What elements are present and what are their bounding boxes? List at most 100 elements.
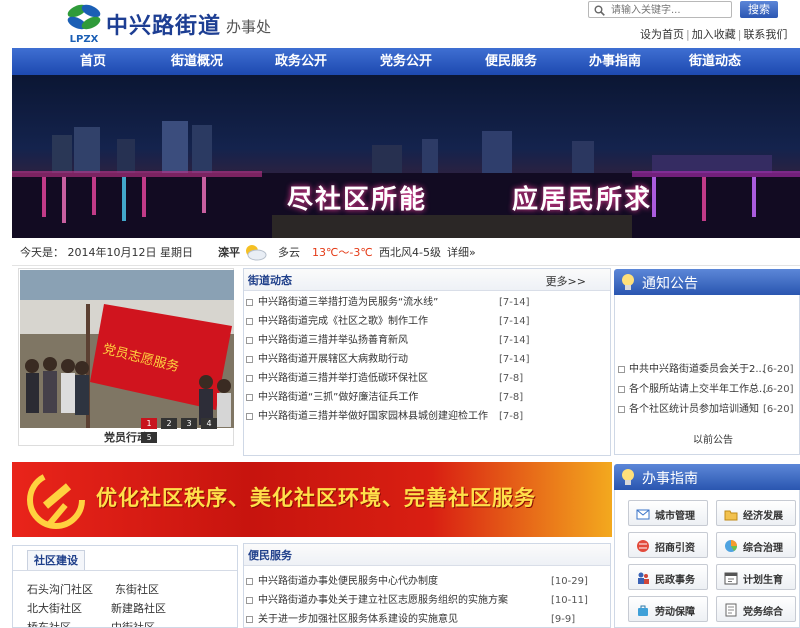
nav-guide[interactable]: 办事指南 (589, 48, 641, 75)
notice-title: 通知公告 (642, 276, 698, 292)
news-title[interactable]: 中兴路街道开展辖区大病救助行动 (258, 350, 408, 369)
news-title[interactable]: 中兴路街道三措并举打造低碳环保社区 (258, 369, 428, 388)
community-link-beidajie[interactable]: 北大街社区 (27, 600, 82, 616)
guide-comprehensive-governance[interactable]: 综合治理 (716, 532, 796, 558)
community-panel: 社区建设 石头沟门社区 东街社区 北大街社区 新建路社区 桥东社区 中街社区 (12, 545, 238, 628)
news-title[interactable]: 中兴路街道完成《社区之歌》制作工作 (258, 312, 428, 331)
guide-investment[interactable]: 招商引资 (628, 532, 708, 558)
news-item[interactable]: 中兴路街道三措并举打造低碳环保社区 [7-8] (244, 369, 610, 388)
community-link-zhongjie[interactable]: 中街社区 (111, 619, 155, 627)
community-link-qiaodong[interactable]: 桥东社区 (27, 619, 71, 627)
search-icon (594, 5, 605, 16)
panel-header: 便民服务 (244, 544, 610, 566)
photo-caption[interactable]: 党员行动 (19, 429, 233, 445)
search-box (588, 1, 732, 18)
nav-news[interactable]: 街道动态 (689, 48, 741, 75)
pager-3[interactable]: 3 (181, 418, 197, 429)
contact-us-link[interactable]: 联系我们 (743, 28, 787, 41)
notice-panel: 中共中兴路街道委员会关于2... [6-20] 各个服所站请上交半年工作总...[… (614, 295, 800, 455)
set-homepage-link[interactable]: 设为首页 (640, 28, 684, 41)
community-link-xinjianlu[interactable]: 新建路社区 (111, 600, 166, 616)
news-item[interactable]: 中兴路街道“三抓”做好廉洁征兵工作 [7-8] (244, 388, 610, 407)
guide-economic-development[interactable]: 经济发展 (716, 500, 796, 526)
news-date: [7-8] (499, 392, 524, 403)
nav-government-affairs[interactable]: 政务公开 (275, 48, 327, 75)
nav-overview[interactable]: 街道概况 (171, 48, 223, 75)
photo-pager: 1 2 3 45 (141, 415, 233, 443)
community-link-dongjie[interactable]: 东街社区 (115, 581, 159, 597)
top-links: 设为首页 | 加入收藏 | 联系我们 (640, 28, 788, 41)
notice-item-title[interactable]: 中共中兴路街道委员会关于2... (629, 361, 765, 379)
guide-party-affairs[interactable]: 党务综合 (716, 596, 796, 622)
weather-detail-link[interactable]: 详细» (447, 240, 476, 266)
search-button[interactable]: 搜索 (740, 1, 778, 18)
news-item[interactable]: 中兴路街道完成《社区之歌》制作工作 [7-14] (244, 312, 610, 331)
weather-bar: 今天是： 2014年10月12日 星期日 滦平 多云 13℃～-3℃ 西北风4-… (12, 240, 800, 266)
weather-city: 滦平 (218, 246, 240, 259)
community-tab[interactable]: 社区建设 (27, 550, 85, 570)
service-item[interactable]: 中兴路街道办事处便民服务中心代办制度 [10-29] (244, 572, 610, 591)
service-item-title[interactable]: 关于进一步加强社区服务体系建设的实施意见 (258, 610, 458, 628)
party-action-photo[interactable]: 党员志愿服务 (20, 270, 234, 428)
calendar-icon (724, 572, 738, 585)
guide-title: 办事指南 (642, 471, 698, 487)
weather-condition: 多云 (278, 246, 300, 259)
service-item-title[interactable]: 中兴路街道办事处关于建立社区志愿服务组织的实施方案 (258, 591, 508, 610)
news-title[interactable]: 中兴路街道三措并举弘扬善育新风 (258, 331, 408, 350)
news-date: [7-14] (499, 354, 530, 365)
news-title[interactable]: 中兴路街道三举措打造为民服务“流水线” (258, 293, 438, 312)
notice-item-title[interactable]: 各个服所站请上交半年工作总... (629, 381, 769, 399)
banner-slogan-left: 尽社区所能 (287, 185, 428, 215)
notice-header: 通知公告 (614, 269, 800, 295)
news-date: [7-14] (499, 316, 530, 327)
notice-date: [6-20] (763, 404, 794, 415)
news-title[interactable]: 中兴路街道“三抓”做好廉洁征兵工作 (258, 388, 418, 407)
notice-item[interactable]: 各个社区统计员参加培训通知 [6-20] (615, 401, 799, 419)
pager-4[interactable]: 4 (201, 418, 217, 429)
news-date: [7-8] (499, 373, 524, 384)
service-title: 便民服务 (248, 549, 292, 562)
guide-family-planning[interactable]: 计划生育 (716, 564, 796, 590)
news-item[interactable]: 中兴路街道开展辖区大病救助行动 [7-14] (244, 350, 610, 369)
hero-banner: 尽社区所能 应居民所求 (12, 75, 800, 238)
site-title[interactable]: 中兴路街道 (106, 8, 221, 40)
service-date: [10-29] (551, 576, 588, 587)
news-date: [7-14] (499, 297, 530, 308)
notice-item[interactable]: 中共中兴路街道委员会关于2... [6-20] (615, 361, 799, 379)
guide-urban-management[interactable]: 城市管理 (628, 500, 708, 526)
pie-icon (725, 540, 737, 552)
add-favorite-link[interactable]: 加入收藏 (692, 28, 736, 41)
logo-mark-icon[interactable]: LPZX (64, 2, 104, 45)
lightbulb-icon (622, 469, 634, 485)
news-title[interactable]: 中兴路街道三措并举做好国家园林县城创建迎检工作 (258, 407, 488, 426)
nav-home[interactable]: 首页 (80, 48, 106, 75)
nav-party-affairs[interactable]: 党务公开 (380, 48, 432, 75)
more-link[interactable]: 更多>> (546, 273, 586, 289)
previous-notices-link[interactable]: 以前公告 (693, 431, 733, 446)
news-item[interactable]: 中兴路街道三措并举做好国家园林县城创建迎检工作 [7-8] (244, 407, 610, 426)
pager-2[interactable]: 2 (161, 418, 177, 429)
street-news-title: 街道动态 (248, 274, 292, 287)
guide-labor-security[interactable]: 劳动保障 (628, 596, 708, 622)
community-link-shitougoumen[interactable]: 石头沟门社区 (27, 581, 93, 597)
search-input[interactable] (611, 3, 729, 17)
date-text: 今天是： 2014年10月12日 星期日 (20, 246, 193, 259)
mail-icon (636, 509, 650, 520)
guide-civil-affairs[interactable]: 民政事务 (628, 564, 708, 590)
notice-item-title[interactable]: 各个社区统计员参加培训通知 (629, 401, 759, 419)
service-item[interactable]: 关于进一步加强社区服务体系建设的实施意见 [9-9] (244, 610, 610, 628)
service-item[interactable]: 中兴路街道办事处关于建立社区志愿服务组织的实施方案 [10-11] (244, 591, 610, 610)
slogan-banner: 优化社区秩序、美化社区环境、完善社区服务 (12, 462, 612, 537)
panel-header: 街道动态 更多>> (244, 269, 610, 291)
nav-public-service[interactable]: 便民服务 (485, 48, 537, 75)
bag-icon (638, 605, 648, 616)
slogan-text: 优化社区秩序、美化社区环境、完善社区服务 (96, 485, 536, 510)
news-date: [7-14] (499, 335, 530, 346)
party-emblem-icon (27, 471, 85, 529)
pager-1[interactable]: 1 (141, 418, 157, 429)
news-item[interactable]: 中兴路街道三举措打造为民服务“流水线” [7-14] (244, 293, 610, 312)
news-item[interactable]: 中兴路街道三措并举弘扬善育新风 [7-14] (244, 331, 610, 350)
service-item-title[interactable]: 中兴路街道办事处便民服务中心代办制度 (258, 572, 438, 591)
service-date: [10-11] (551, 595, 588, 606)
notice-item[interactable]: 各个服所站请上交半年工作总... [6-20] (615, 381, 799, 399)
